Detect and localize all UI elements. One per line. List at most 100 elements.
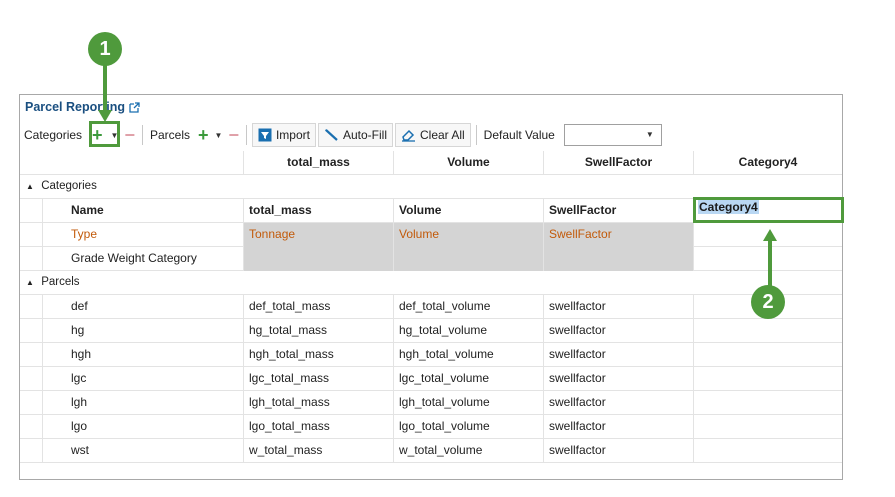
column-header[interactable]: SwellFactor <box>543 151 693 175</box>
mass-cell[interactable]: w_total_mass <box>243 439 393 463</box>
table-row[interactable]: lgh lgh_total_mass lgh_total_volume swel… <box>20 391 842 415</box>
default-value-label: Default Value <box>483 128 555 142</box>
row-label: Type <box>42 223 243 247</box>
filter-icon <box>258 128 272 142</box>
mass-cell[interactable]: hg_total_mass <box>243 319 393 343</box>
column-header[interactable]: Volume <box>393 151 543 175</box>
volume-cell[interactable]: hg_total_volume <box>393 319 543 343</box>
toolbar: Categories + ▼ − Parcels + ▼ − Import Au… <box>20 122 842 148</box>
external-link-icon[interactable] <box>129 101 140 113</box>
volume-cell[interactable]: lgo_total_volume <box>393 415 543 439</box>
panel-title: Parcel Reporting <box>25 100 140 114</box>
type-cell[interactable]: Tonnage <box>243 223 393 247</box>
parcel-name: hg <box>42 319 243 343</box>
swellfactor-cell[interactable]: swellfactor <box>543 295 693 319</box>
categories-group-row[interactable]: ▲ Categories <box>20 175 842 199</box>
parcels-group-row[interactable]: ▲ Parcels <box>20 271 842 295</box>
row-label: Grade Weight Category <box>42 247 243 271</box>
parcel-name: def <box>42 295 243 319</box>
type-cell[interactable]: SwellFactor <box>543 223 693 247</box>
category4-name-input[interactable]: Category4 <box>693 197 844 223</box>
swellfactor-cell[interactable]: swellfactor <box>543 319 693 343</box>
mass-cell[interactable]: lgh_total_mass <box>243 391 393 415</box>
name-cell[interactable]: Volume <box>393 199 543 223</box>
table-row[interactable]: lgo lgo_total_mass lgo_total_volume swel… <box>20 415 842 439</box>
row-label: Name <box>42 199 243 223</box>
category4-cell[interactable] <box>693 439 842 463</box>
name-cell[interactable]: total_mass <box>243 199 393 223</box>
volume-cell[interactable]: lgc_total_volume <box>393 367 543 391</box>
table-row[interactable]: hgh hgh_total_mass hgh_total_volume swel… <box>20 343 842 367</box>
toolbar-divider <box>245 125 247 145</box>
parcel-name: lgo <box>42 415 243 439</box>
table-row: Name total_mass Volume SwellFactor Categ… <box>20 197 844 223</box>
table-row: Type Tonnage Volume SwellFactor <box>20 223 842 247</box>
mass-cell[interactable]: lgc_total_mass <box>243 367 393 391</box>
parcels-label: Parcels <box>149 128 190 142</box>
table-row: Grade Weight Category <box>20 247 842 271</box>
swellfactor-cell[interactable]: swellfactor <box>543 343 693 367</box>
mass-cell[interactable]: def_total_mass <box>243 295 393 319</box>
volume-cell[interactable]: hgh_total_volume <box>393 343 543 367</box>
autofill-label: Auto-Fill <box>342 128 387 142</box>
column-header[interactable]: Category4 <box>693 151 842 175</box>
plus-icon: + <box>198 125 209 145</box>
swellfactor-cell[interactable]: swellfactor <box>543 367 693 391</box>
group-label: Parcels <box>41 276 80 288</box>
mass-cell[interactable]: lgo_total_mass <box>243 415 393 439</box>
toolbar-divider <box>475 125 477 145</box>
add-parcel-dropdown[interactable]: ▼ <box>213 124 225 146</box>
import-button[interactable]: Import <box>251 123 316 147</box>
remove-parcel-button[interactable]: − <box>224 124 243 146</box>
categories-label: Categories <box>24 128 83 142</box>
parcel-name: wst <box>42 439 243 463</box>
default-value-dropdown[interactable]: ▼ <box>563 124 662 146</box>
category4-cell[interactable] <box>693 343 842 367</box>
column-header[interactable]: total_mass <box>243 151 393 175</box>
parcel-reporting-panel: Parcel Reporting Categories + ▼ − Parcel… <box>19 94 844 480</box>
autofill-button[interactable]: Auto-Fill <box>317 123 393 147</box>
grade-weight-cell[interactable] <box>243 247 393 271</box>
magic-wand-icon <box>324 129 338 141</box>
highlight-add-category <box>89 121 120 147</box>
collapse-triangle-icon[interactable]: ▲ <box>26 175 38 198</box>
minus-icon: − <box>228 125 239 145</box>
import-label: Import <box>275 128 310 142</box>
name-cell[interactable]: SwellFactor <box>543 199 693 223</box>
mass-cell[interactable]: hgh_total_mass <box>243 343 393 367</box>
clear-all-label: Clear All <box>419 128 465 142</box>
remove-category-button[interactable]: − <box>120 124 139 146</box>
add-parcel-button[interactable]: + <box>194 124 213 146</box>
collapse-triangle-icon[interactable]: ▲ <box>26 271 38 294</box>
clear-all-button[interactable]: Clear All <box>394 123 471 147</box>
callout-1: 1 <box>88 32 122 66</box>
parcel-name: lgh <box>42 391 243 415</box>
table-row[interactable]: wst w_total_mass w_total_volume swellfac… <box>20 439 842 463</box>
table-row[interactable]: lgc lgc_total_mass lgc_total_volume swel… <box>20 367 842 391</box>
volume-cell[interactable]: def_total_volume <box>393 295 543 319</box>
volume-cell[interactable]: lgh_total_volume <box>393 391 543 415</box>
grade-weight-cell[interactable] <box>393 247 543 271</box>
type-cell[interactable]: Volume <box>393 223 543 247</box>
swellfactor-cell[interactable]: swellfactor <box>543 415 693 439</box>
eraser-icon <box>401 129 415 142</box>
category4-cell[interactable] <box>693 367 842 391</box>
chevron-down-icon: ▼ <box>214 130 223 140</box>
parcel-name: hgh <box>42 343 243 367</box>
category4-cell[interactable] <box>693 415 842 439</box>
grid-header-row: total_mass Volume SwellFactor Category4 <box>20 151 842 175</box>
table-row[interactable]: hg hg_total_mass hg_total_volume swellfa… <box>20 319 842 343</box>
volume-cell[interactable]: w_total_volume <box>393 439 543 463</box>
toolbar-divider <box>141 125 143 145</box>
swellfactor-cell[interactable]: swellfactor <box>543 439 693 463</box>
minus-icon: − <box>124 125 135 145</box>
arrow-up-icon <box>763 229 777 290</box>
category4-cell[interactable] <box>693 391 842 415</box>
table-row[interactable]: def def_total_mass def_total_volume swel… <box>20 295 842 319</box>
swellfactor-cell[interactable]: swellfactor <box>543 391 693 415</box>
parcel-name: lgc <box>42 367 243 391</box>
grade-weight-cell[interactable] <box>543 247 693 271</box>
category4-cell[interactable] <box>693 319 842 343</box>
chevron-down-icon: ▼ <box>645 130 654 139</box>
group-label: Categories <box>41 180 97 192</box>
